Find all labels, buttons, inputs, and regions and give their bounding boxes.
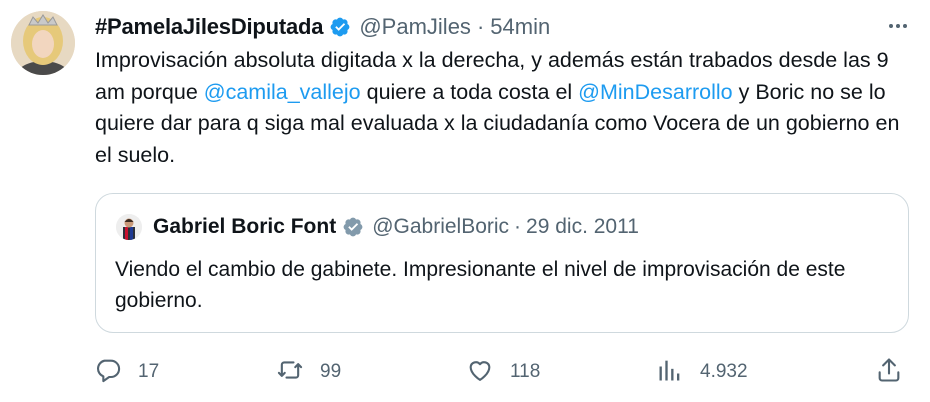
reply-button[interactable]: 17 <box>94 352 159 392</box>
quoted-tweet-header: Gabriel Boric Font @GabrielBoric · 29 di… <box>153 212 639 242</box>
quoted-author-avatar <box>116 214 142 240</box>
share-icon <box>875 356 903 389</box>
quoted-tweet-text: Viendo el cambio de gabinete. Impresiona… <box>115 258 846 312</box>
verified-badge-icon <box>342 216 364 238</box>
like-button[interactable]: 118 <box>466 352 540 392</box>
reply-count: 17 <box>138 361 160 382</box>
views-count: 4.932 <box>700 361 748 382</box>
verified-badge-icon <box>329 16 351 38</box>
quoted-tweet-date: 29 dic. 2011 <box>526 215 639 238</box>
tweet-timestamp[interactable]: 54min <box>490 14 550 40</box>
author-name[interactable]: #PamelaJilesDiputada <box>95 14 324 40</box>
retweet-icon <box>276 356 304 389</box>
author-avatar[interactable] <box>11 11 75 75</box>
quoted-author-name: Gabriel Boric Font <box>153 215 337 238</box>
more-options-button[interactable] <box>880 10 916 46</box>
author-handle[interactable]: @PamJiles <box>359 14 471 40</box>
tweet-actions-bar: 17 99 118 4.932 <box>0 352 930 392</box>
tweet-text: Improvisación absoluta digitada x la der… <box>95 45 905 171</box>
more-icon <box>886 14 910 43</box>
heart-icon <box>466 356 494 389</box>
mention-link-camila-vallejo[interactable]: @camila_vallejo <box>204 80 361 104</box>
retweet-count: 99 <box>320 361 342 382</box>
quoted-tweet[interactable]: Gabriel Boric Font @GabrielBoric · 29 di… <box>95 193 909 333</box>
retweet-button[interactable]: 99 <box>276 352 341 392</box>
reply-icon <box>94 356 122 389</box>
tweet: #PamelaJilesDiputada @PamJiles · 54min I… <box>0 0 930 402</box>
share-button[interactable] <box>875 352 903 392</box>
tweet-text-part: quiere a toda costa el <box>360 79 579 104</box>
mention-link-mindesarrollo[interactable]: @MinDesarrollo <box>578 80 732 104</box>
like-count: 118 <box>510 361 541 382</box>
tweet-header: #PamelaJilesDiputada @PamJiles · 54min <box>95 11 550 43</box>
separator-dot: · <box>476 14 485 39</box>
views-button[interactable]: 4.932 <box>656 352 748 392</box>
separator-dot: · <box>514 215 522 238</box>
quoted-author-handle: @GabrielBoric <box>372 215 510 238</box>
views-icon <box>656 356 684 389</box>
